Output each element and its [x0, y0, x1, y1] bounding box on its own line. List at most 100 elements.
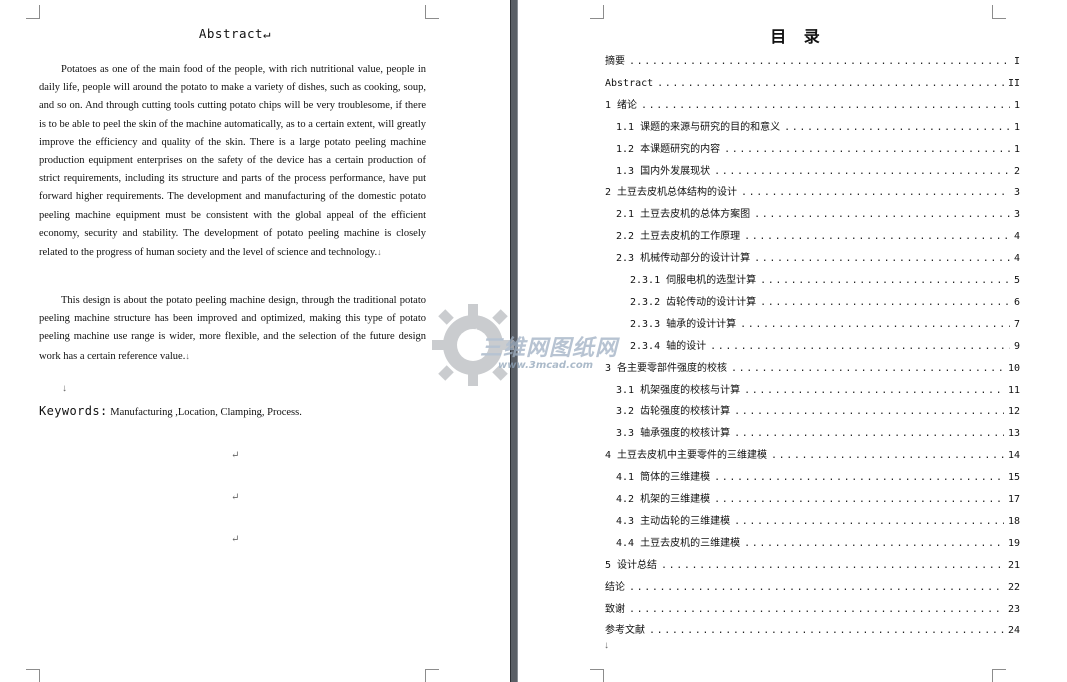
toc-entry[interactable]: 致谢......................................…	[605, 601, 1020, 615]
toc-entry[interactable]: 4.2 机架的三维建模.............................…	[616, 491, 1020, 505]
return-mark: ↵	[231, 450, 240, 461]
toc-entry[interactable]: 3.3 轴承强度的校核计算...........................…	[616, 425, 1020, 439]
toc-leader-dots: ........................................…	[641, 99, 1010, 111]
paragraph-mark: ↓	[185, 350, 190, 361]
toc-entry-page: 13	[1007, 428, 1020, 440]
crop-mark	[992, 669, 1006, 682]
crop-mark	[425, 669, 439, 682]
paragraph-text: This design is about the potato peeling …	[39, 295, 426, 362]
toc-entry[interactable]: 4.1 筒体的三维建模.............................…	[616, 469, 1020, 483]
toc-entry-page: 1	[1013, 121, 1020, 133]
keywords-value: Manufacturing ,Location, Clamping, Proce…	[110, 407, 302, 418]
crop-mark	[992, 5, 1006, 19]
toc-entry[interactable]: 2.1 土豆去皮机的总体方案图.........................…	[616, 206, 1020, 220]
toc-entry-page: 14	[1007, 450, 1020, 462]
toc-entry[interactable]: 2.3.3 轴承的设计计算...........................…	[630, 316, 1020, 330]
toc-entry[interactable]: 结论......................................…	[605, 579, 1020, 593]
toc-leader-dots: ........................................…	[734, 428, 1004, 440]
toc-entry[interactable]: 4.4 土豆去皮机的三维建模..........................…	[616, 535, 1020, 549]
toc-entry-label: 2.1 土豆去皮机的总体方案图	[616, 209, 751, 221]
paragraph-mark: ↓	[377, 247, 382, 258]
abstract-title: Abstract↵	[198, 26, 272, 41]
toc-leader-dots: ........................................…	[724, 143, 1010, 155]
toc-entry-page: 6	[1013, 296, 1020, 308]
toc-entry-page: 3	[1013, 187, 1020, 199]
toc-entry[interactable]: 3.2 齿轮强度的校核计算...........................…	[616, 403, 1020, 417]
crop-mark	[590, 669, 604, 682]
toc-leader-dots: ........................................…	[771, 450, 1004, 462]
toc-entry[interactable]: 2 土豆去皮机总体结构的设计..........................…	[605, 184, 1020, 198]
toc-entry[interactable]: Abstract................................…	[605, 75, 1020, 89]
toc-leader-dots: ........................................…	[784, 121, 1010, 133]
toc-entry[interactable]: 2.2 土豆去皮机的工作原理..........................…	[616, 228, 1020, 242]
toc-entry[interactable]: 2.3.4 轴的设计..............................…	[630, 338, 1020, 352]
crop-mark	[590, 5, 604, 19]
toc-entry[interactable]: 4.3 主动齿轮的三维建模...........................…	[616, 513, 1020, 527]
toc-entry[interactable]: 2.3.2 齿轮传动的设计计算.........................…	[630, 294, 1020, 308]
toc-leader-dots: ........................................…	[714, 165, 1010, 177]
toc-entry-label: 3.3 轴承强度的校核计算	[616, 428, 731, 440]
toc-entry-label: 4.2 机架的三维建模	[616, 494, 711, 505]
toc-entry[interactable]: 1.2 本课题研究的内容............................…	[616, 141, 1020, 155]
abstract-paragraph-1: Potatoes as one of the main food of the …	[39, 61, 426, 262]
toc-leader-dots: ........................................…	[629, 603, 1004, 615]
toc-leader-dots: ........................................…	[744, 384, 1004, 396]
toc-entry[interactable]: 3 各主要零部件强度的校核...........................…	[605, 360, 1020, 374]
toc-leader-dots: ........................................…	[744, 231, 1010, 243]
toc-entry-label: 2.3.1 伺服电机的选型计算	[630, 275, 757, 286]
toc-entry[interactable]: 3.1 机架强度的校核与计算..........................…	[616, 382, 1020, 396]
keywords-line: Keywords: Manufacturing ,Location, Clamp…	[39, 404, 439, 418]
toc-entry-page: 11	[1007, 384, 1020, 396]
toc-entry-page: 17	[1007, 494, 1020, 505]
toc-entry-page: 24	[1007, 625, 1020, 637]
toc-entry-label: 2 土豆去皮机总体结构的设计	[605, 187, 738, 199]
toc-entry[interactable]: 5 设计总结..................................…	[605, 557, 1020, 571]
return-mark: ↵	[231, 534, 240, 545]
page-abstract: Abstract↵ Potatoes as one of the main fo…	[0, 0, 510, 682]
toc-entry-label: 1.1 课题的来源与研究的目的和意义	[616, 121, 781, 133]
toc-entry-label: 2.3.2 齿轮传动的设计计算	[630, 296, 757, 308]
toc-leader-dots: ........................................…	[649, 625, 1004, 637]
toc-entry-page: 7	[1013, 318, 1020, 330]
toc-entry-page: 2	[1013, 165, 1020, 177]
toc-entry-label: 1 绪论	[605, 99, 638, 111]
toc-entry[interactable]: 参考文献....................................…	[605, 622, 1020, 636]
toc-entry[interactable]: 4 土豆去皮机中主要零件的三维建模.......................…	[605, 447, 1020, 461]
toc-entry-page: 5	[1013, 275, 1020, 286]
toc-entry-label: 4.4 土豆去皮机的三维建模	[616, 537, 741, 549]
toc-entry-label: 2.3.3 轴承的设计计算	[630, 318, 737, 330]
toc-entry-label: 4.3 主动齿轮的三维建模	[616, 515, 731, 527]
toc-entry[interactable]: 2.3.1 伺服电机的选型计算.........................…	[630, 272, 1020, 286]
toc-entry[interactable]: 1.1 课题的来源与研究的目的和意义......................…	[616, 119, 1020, 133]
toc-leader-dots: ........................................…	[740, 318, 1010, 330]
toc-leader-dots: ........................................…	[754, 253, 1010, 265]
toc-leader-dots: ........................................…	[754, 209, 1010, 221]
toc-leader-dots: ........................................…	[760, 275, 1010, 286]
toc-entry[interactable]: 1 绪论....................................…	[605, 97, 1020, 111]
toc-entry-label: 1.3 国内外发展现状	[616, 165, 711, 177]
return-mark: ↵	[231, 492, 240, 503]
toc-entry-page: 23	[1007, 603, 1020, 615]
toc-entry-label: 致谢	[605, 603, 625, 615]
toc-entry-label: 4.1 筒体的三维建模	[616, 472, 711, 484]
toc-entry-label: 3.1 机架强度的校核与计算	[616, 384, 741, 396]
page-table-of-contents: 目 录 摘要..................................…	[518, 0, 1067, 682]
toc-entry-page: 1	[1013, 99, 1020, 111]
toc-entry-label: 2.3 机械传动部分的设计计算	[616, 253, 751, 265]
toc-entry-label: 2.2 土豆去皮机的工作原理	[616, 231, 741, 243]
abstract-paragraph-2: This design is about the potato peeling …	[39, 292, 426, 366]
toc-entry-label: 1.2 本课题研究的内容	[616, 143, 721, 155]
toc-entry[interactable]: 2.3 机械传动部分的设计计算.........................…	[616, 250, 1020, 264]
toc-leader-dots: ........................................…	[744, 537, 1004, 549]
toc-leader-dots: ........................................…	[734, 406, 1004, 418]
toc-entry-label: 5 设计总结	[605, 559, 658, 571]
toc-entry-label: Abstract	[605, 77, 654, 89]
paragraph-mark: ↓	[604, 640, 609, 651]
toc-leader-dots: ........................................…	[657, 77, 1004, 89]
toc-entry[interactable]: 摘要......................................…	[605, 53, 1020, 67]
toc-entry[interactable]: 1.3 国内外发展现状.............................…	[616, 163, 1020, 177]
toc-entry-page: 4	[1013, 253, 1020, 265]
toc-entry-page: 4	[1013, 231, 1020, 243]
toc-entry-label: 2.3.4 轴的设计	[630, 340, 707, 352]
toc-leader-dots: ........................................…	[629, 581, 1004, 593]
